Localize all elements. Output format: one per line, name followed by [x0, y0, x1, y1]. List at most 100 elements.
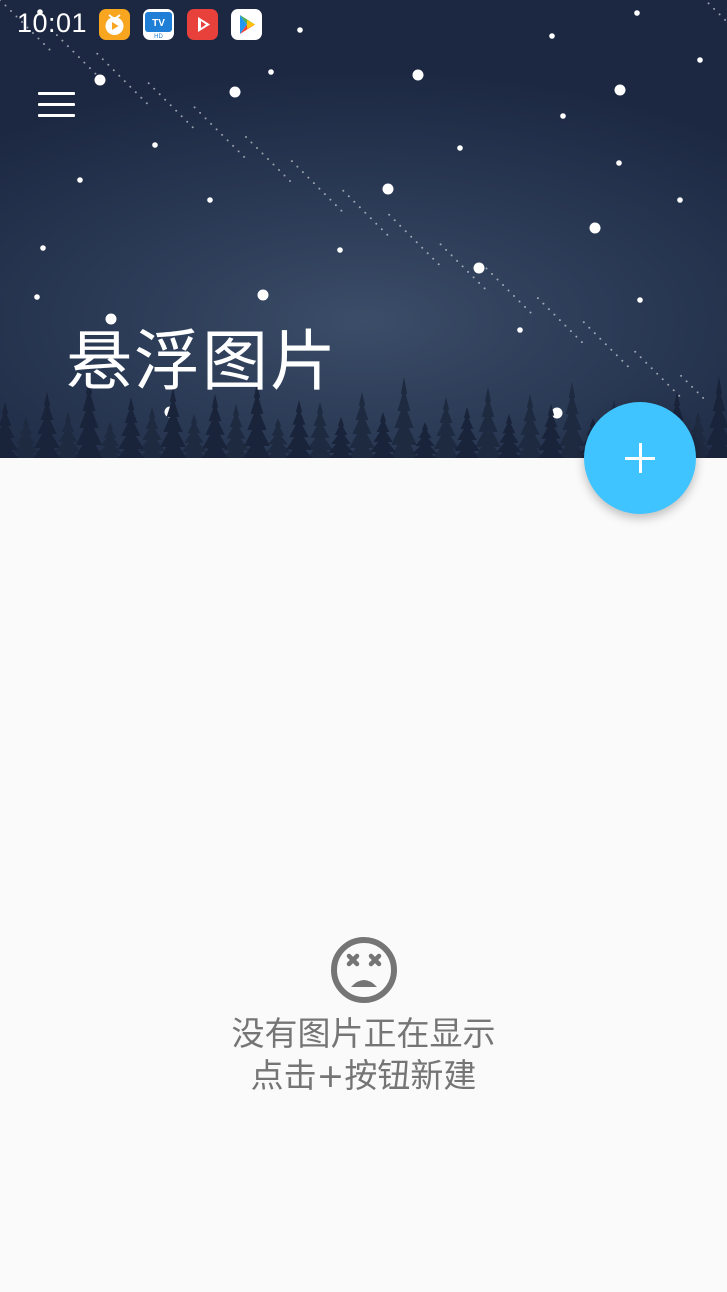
star	[639, 356, 642, 359]
empty-message-line1: 没有图片正在显示	[231, 1014, 496, 1053]
star	[301, 171, 304, 174]
tree	[33, 392, 61, 458]
star	[656, 372, 659, 375]
menu-button[interactable]	[36, 90, 78, 120]
star	[323, 193, 326, 196]
star	[283, 174, 286, 177]
star	[478, 281, 481, 284]
star	[685, 380, 688, 383]
star	[186, 120, 189, 123]
star	[502, 284, 504, 286]
star	[513, 295, 515, 297]
star	[437, 263, 440, 266]
tree	[370, 412, 396, 458]
star	[702, 396, 705, 399]
tree	[223, 404, 249, 458]
star	[334, 204, 337, 207]
star	[626, 365, 629, 368]
star	[40, 245, 46, 251]
tree	[139, 407, 165, 458]
star	[134, 91, 137, 94]
header-banner: 10:01 TV HD 悬浮图片	[0, 0, 727, 458]
star	[415, 241, 418, 244]
tree	[13, 417, 39, 458]
star	[404, 230, 407, 233]
sad-face-icon	[330, 937, 397, 1003]
star	[72, 50, 75, 53]
star	[593, 332, 596, 335]
star	[88, 67, 91, 70]
tv-app-orange-icon	[99, 9, 130, 40]
star	[312, 182, 315, 185]
star	[77, 177, 83, 183]
star	[329, 198, 332, 201]
star	[564, 324, 567, 327]
star	[101, 58, 104, 61]
star	[457, 145, 463, 151]
star	[650, 367, 653, 370]
star	[340, 209, 343, 212]
star	[337, 247, 343, 253]
star	[34, 294, 40, 300]
tree	[705, 377, 727, 458]
star	[353, 200, 356, 203]
star	[204, 117, 207, 120]
star	[175, 109, 178, 112]
star	[153, 87, 156, 90]
star	[560, 113, 566, 119]
star	[536, 297, 539, 300]
star	[672, 389, 675, 392]
star	[467, 270, 470, 273]
star	[112, 69, 115, 72]
hamburger-menu-icon	[38, 92, 75, 95]
tree	[201, 394, 229, 458]
play-store-icon	[231, 9, 262, 40]
hamburger-menu-line	[38, 103, 75, 106]
star	[483, 287, 486, 290]
star	[426, 252, 429, 255]
star	[380, 228, 383, 231]
video-app-red-icon	[187, 9, 218, 40]
star	[77, 56, 80, 59]
star	[558, 319, 561, 322]
star	[245, 136, 247, 138]
star	[677, 197, 683, 203]
star	[399, 224, 402, 227]
star	[439, 243, 442, 246]
star	[94, 72, 97, 75]
star	[229, 86, 241, 98]
star	[123, 80, 126, 83]
status-bar: 10:01 TV HD	[0, 0, 727, 50]
star	[145, 102, 148, 105]
star	[261, 152, 264, 155]
empty-message-line2: 点击+按钮新建	[250, 1056, 477, 1095]
star	[678, 394, 681, 397]
star	[680, 374, 683, 377]
star	[307, 176, 310, 179]
star	[94, 74, 106, 86]
star	[207, 197, 213, 203]
star	[268, 69, 274, 75]
tree	[496, 414, 522, 458]
star	[375, 222, 378, 225]
star	[290, 160, 293, 163]
star	[243, 155, 246, 158]
add-button[interactable]	[584, 402, 696, 514]
star	[393, 219, 396, 222]
star	[129, 85, 132, 88]
page-title: 悬浮图片	[66, 323, 338, 400]
star	[634, 350, 637, 353]
star	[461, 265, 464, 268]
star	[529, 311, 532, 314]
star	[386, 233, 389, 236]
star	[278, 169, 280, 171]
star	[412, 69, 424, 81]
star	[621, 359, 624, 362]
star	[318, 187, 321, 190]
star	[199, 111, 202, 114]
tree	[390, 377, 418, 458]
star	[358, 206, 361, 209]
status-time: 10:01	[17, 8, 88, 38]
tree	[117, 397, 145, 458]
star	[589, 222, 601, 234]
